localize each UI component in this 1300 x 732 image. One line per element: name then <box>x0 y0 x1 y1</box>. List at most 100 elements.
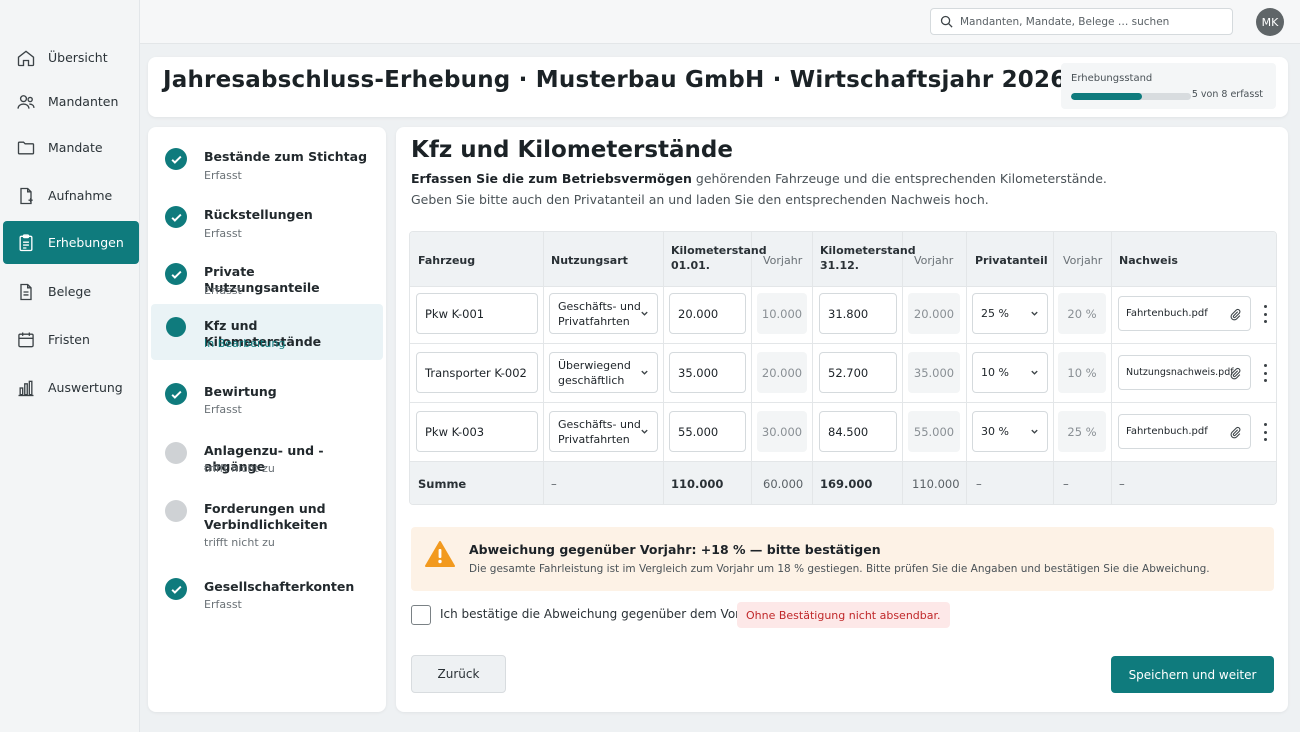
vehicle-input[interactable]: Pkw K-001 <box>416 293 538 334</box>
select-line: Privatfahrten <box>558 432 630 446</box>
nav-label: Belege <box>48 284 92 299</box>
main-panel: Kfz und Kilometerstände Erfassen Sie die… <box>396 127 1288 712</box>
steps-list: Bestände zum Stichtag Erfasst Rückstellu… <box>148 127 386 712</box>
description-line-1: Erfassen Sie die zum Betriebsvermögen ge… <box>411 171 1107 186</box>
step-gesellschafter[interactable]: Gesellschafterkonten Erfasst <box>151 565 383 621</box>
step-title: Bestände zum Stichtag <box>204 149 368 164</box>
step-rueckstellungen[interactable]: Rückstellungen Erfasst <box>151 193 383 249</box>
vehicle-input[interactable]: Pkw K-003 <box>416 411 538 452</box>
nav-item-belege[interactable]: Belege <box>3 270 139 313</box>
row-menu-icon[interactable] <box>1261 305 1269 323</box>
step-forderungen[interactable]: Forderungen und Verbindlichkeiten trifft… <box>151 487 383 549</box>
search-input[interactable] <box>960 15 1220 28</box>
step-kfz[interactable]: Kfz und Kilometerstände In Bearbeitung <box>151 304 383 360</box>
back-button[interactable]: Zurück <box>411 655 506 693</box>
confirm-checkbox[interactable] <box>411 605 431 625</box>
file-plus-icon <box>20 187 33 204</box>
step-bewirtung[interactable]: Bewirtung Erfasst <box>151 370 383 426</box>
proof-file[interactable]: Fahrtenbuch.pdf <box>1118 296 1251 331</box>
vehicle-input[interactable]: Transporter K-002 <box>416 352 538 393</box>
sum-previous-km-end: 110.000 <box>912 477 960 491</box>
step-status: Erfasst <box>204 227 242 240</box>
step-status: Erfasst <box>204 403 242 416</box>
step-status: trifft nicht zu <box>204 536 275 549</box>
column-divider <box>663 232 664 504</box>
km-end-input[interactable]: 52.700 <box>819 352 897 393</box>
column-divider <box>543 232 544 504</box>
progress-bar <box>1071 93 1191 100</box>
check-icon <box>165 148 187 170</box>
nav-item-mandate[interactable]: Mandate <box>3 126 139 169</box>
step-anlagen[interactable]: Anlagenzu- und -abgänge trifft nicht zu <box>151 429 383 485</box>
header-previous-year: Vorjahr <box>763 254 803 267</box>
step-private-nutzungsanteile[interactable]: Private Nutzungsanteile Erfasst <box>151 250 383 306</box>
previous-km-start: 10.000 <box>757 293 807 334</box>
private-share-select[interactable]: 25 % <box>972 293 1048 334</box>
paperclip-icon[interactable] <box>1229 425 1242 440</box>
home-icon <box>17 49 35 66</box>
column-divider <box>1053 232 1054 504</box>
previous-private-share: 20 % <box>1058 293 1106 334</box>
paperclip-icon[interactable] <box>1229 366 1242 381</box>
row-menu-icon[interactable] <box>1261 364 1269 382</box>
nav-item-auswertung[interactable]: Auswertung <box>3 366 139 409</box>
previous-km-end: 20.000 <box>908 293 960 334</box>
chevron-down-icon <box>1031 311 1038 316</box>
header-vehicle: Fahrzeug <box>418 254 476 267</box>
progress-fill <box>1071 93 1142 100</box>
km-end-input[interactable]: 31.800 <box>819 293 897 334</box>
page-title: Jahresabschluss-Erhebung · Musterbau Gmb… <box>163 67 1067 93</box>
header-km-end: Kilometerstand 31.12. <box>820 243 916 273</box>
sum-proof: – <box>1119 477 1125 491</box>
sum-usage: – <box>551 477 557 491</box>
column-divider <box>1111 232 1112 504</box>
row-divider <box>410 343 1276 344</box>
private-share-select[interactable]: 30 % <box>972 411 1048 452</box>
step-bestaende[interactable]: Bestände zum Stichtag Erfasst <box>151 135 383 191</box>
nav-item-uebersicht[interactable]: Übersicht <box>3 36 139 79</box>
users-icon <box>17 94 35 109</box>
step-status: Erfasst <box>204 169 242 182</box>
nav-item-erhebungen[interactable]: Erhebungen <box>3 221 139 264</box>
inactive-dot-icon <box>165 442 187 464</box>
usage-select[interactable]: Geschäfts- und Privatfahrten <box>549 411 658 452</box>
header-line: Kilometerstand <box>671 244 767 257</box>
proof-file[interactable]: Fahrtenbuch.pdf <box>1118 414 1251 449</box>
select-value: Überwiegend geschäftlich <box>558 358 631 388</box>
description-line-2: Geben Sie bitte auch den Privatanteil an… <box>411 192 989 207</box>
select-line: Privatfahrten <box>558 314 630 328</box>
check-icon <box>165 263 187 285</box>
active-dot-icon <box>166 317 186 337</box>
file-name: Nutzungsnachweis.pdf <box>1126 367 1234 378</box>
row-menu-icon[interactable] <box>1261 423 1269 441</box>
previous-km-start: 30.000 <box>757 411 807 452</box>
paperclip-icon[interactable] <box>1229 307 1242 322</box>
select-value: Geschäfts- und Privatfahrten <box>558 417 641 447</box>
private-share-select[interactable]: 10 % <box>972 352 1048 393</box>
folder-icon <box>17 141 35 154</box>
nav-item-fristen[interactable]: Fristen <box>3 318 139 361</box>
header-private-share: Privatanteil <box>975 254 1048 267</box>
usage-select[interactable]: Überwiegend geschäftlich <box>549 352 658 393</box>
proof-file[interactable]: Nutzungsnachweis.pdf <box>1118 355 1251 390</box>
search-icon <box>940 15 953 28</box>
km-start-input[interactable]: 20.000 <box>669 293 746 334</box>
save-and-continue-button[interactable]: Speichern und weiter <box>1111 656 1274 693</box>
header-previous-year: Vorjahr <box>914 254 954 267</box>
km-start-input[interactable]: 55.000 <box>669 411 746 452</box>
alert-text: Die gesamte Fahrleistung ist im Vergleic… <box>469 563 1210 575</box>
nav-item-aufnahme[interactable]: Aufnahme <box>3 174 139 217</box>
row-divider <box>410 286 1276 287</box>
km-end-input[interactable]: 84.500 <box>819 411 897 452</box>
step-title: Rückstellungen <box>204 207 313 222</box>
avatar[interactable]: MK <box>1256 8 1284 36</box>
previous-km-start: 20.000 <box>757 352 807 393</box>
search-box[interactable] <box>930 8 1233 35</box>
chevron-down-icon <box>641 311 648 316</box>
confirm-label[interactable]: Ich bestätige die Abweichung gegenüber d… <box>440 607 766 621</box>
usage-select[interactable]: Geschäfts- und Privatfahrten <box>549 293 658 334</box>
header-km-start: Kilometerstand 01.01. <box>671 243 767 273</box>
km-start-input[interactable]: 35.000 <box>669 352 746 393</box>
document-icon <box>20 283 32 300</box>
nav-item-mandanten[interactable]: Mandanten <box>3 80 139 123</box>
